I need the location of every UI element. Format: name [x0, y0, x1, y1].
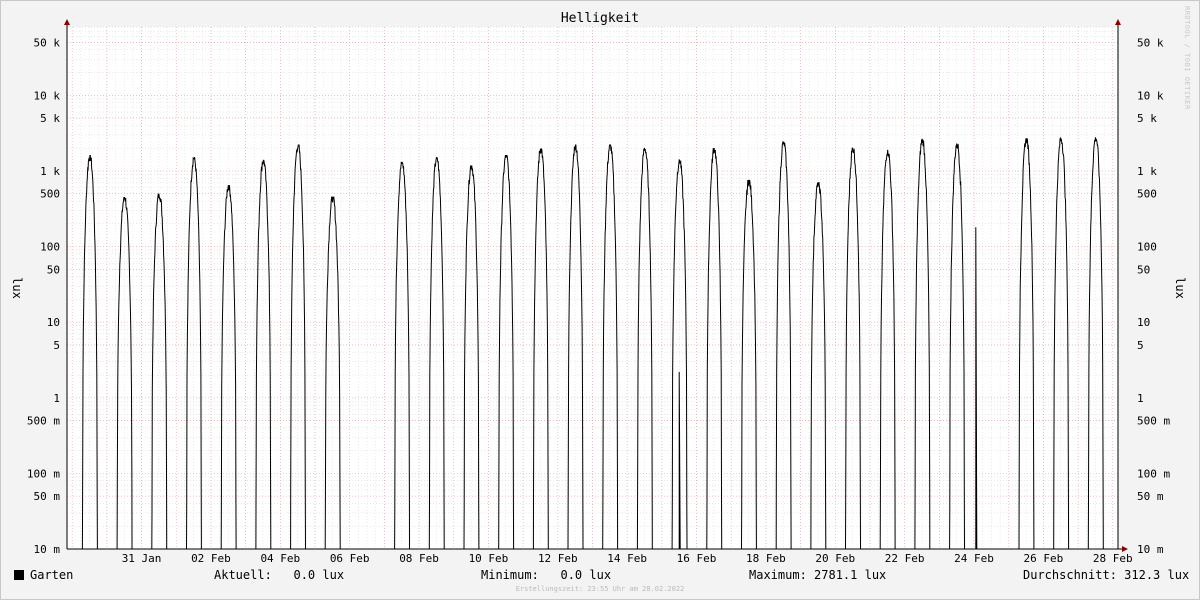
y-tick-label-right: 5 k [1137, 112, 1157, 125]
chart-canvas: 10 m 10 m 50 m 50 m 100 m 100 m 500 m 500 m 1 1 5 5… [10, 19, 1187, 565]
rrdtool-watermark: RRDTOOL / TOBI OETIKER [1183, 6, 1191, 110]
x-tick-label: 08 Feb [399, 552, 439, 565]
y-tick-label-left: 10 k [34, 89, 61, 102]
x-tick-label: 06 Feb [330, 552, 370, 565]
y-tick-label-left: 50 k [34, 36, 61, 49]
y-tick-label-left: 10 [47, 316, 60, 329]
legend-durchschnitt: Durchschnitt: 312.3 lux [1023, 568, 1190, 582]
y-tick-label-right: 5 [1137, 339, 1144, 352]
legend-swatch-garten [14, 570, 24, 580]
y-tick-label-right: 50 [1137, 263, 1150, 276]
y-tick-label-right: 10 k [1137, 89, 1164, 102]
y-tick-label-right: 50 k [1137, 36, 1164, 49]
x-tick-label: 10 Feb [469, 552, 509, 565]
y-tick-label-right: 500 m [1137, 415, 1170, 428]
chart-title: Helligkeit [560, 11, 640, 26]
y-tick-label-left: 1 k [40, 165, 60, 178]
legend-maximum: Maximum: 2781.1 lux [749, 568, 887, 582]
y-tick-label-left: 5 k [40, 112, 60, 125]
legend-series-name: Garten [30, 568, 74, 582]
x-tick-label: 18 Feb [746, 552, 786, 565]
legend-minimum: Minimum: 0.0 lux [481, 568, 612, 582]
creation-time-footer: Erstellungszeit: 23:55 Uhr am 28.02.2022 [515, 585, 685, 593]
x-tick-label: 02 Feb [191, 552, 231, 565]
y-tick-label-left: 500 m [27, 415, 60, 428]
y-tick-label-right: 10 m [1137, 543, 1164, 556]
x-tick-label: 12 Feb [538, 552, 578, 565]
y-tick-label-left: 50 [47, 263, 60, 276]
y-tick-label-right: 100 m [1137, 467, 1170, 480]
y-tick-label-right: 10 [1137, 316, 1150, 329]
y-tick-label-right: 500 [1137, 188, 1157, 201]
y-tick-label-left: 500 [40, 188, 60, 201]
x-tick-label: 24 Feb [954, 552, 994, 565]
x-tick-label: 16 Feb [677, 552, 717, 565]
y-tick-label-right: 50 m [1137, 490, 1164, 503]
y-axis-label-left: lux [10, 277, 24, 299]
x-tick-label: 14 Feb [607, 552, 647, 565]
y-tick-label-left: 1 [53, 392, 60, 405]
x-tick-label: 31 Jan [122, 552, 162, 565]
x-tick-label: 20 Feb [815, 552, 855, 565]
y-tick-label-right: 100 [1137, 241, 1157, 254]
x-tick-label: 28 Feb [1093, 552, 1133, 565]
legend-aktuell: Aktuell: 0.0 lux [214, 568, 345, 582]
x-tick-label: 22 Feb [885, 552, 925, 565]
y-axis-label-right: lux [1173, 277, 1187, 299]
y-tick-label-right: 1 [1137, 392, 1144, 405]
y-tick-label-right: 1 k [1137, 165, 1157, 178]
y-tick-label-left: 5 [53, 339, 60, 352]
y-tick-label-left: 100 [40, 241, 60, 254]
x-tick-label: 26 Feb [1024, 552, 1064, 565]
x-tick-label: 04 Feb [260, 552, 300, 565]
y-tick-label-left: 100 m [27, 467, 60, 480]
y-tick-label-left: 50 m [34, 490, 61, 503]
y-tick-label-left: 10 m [34, 543, 61, 556]
